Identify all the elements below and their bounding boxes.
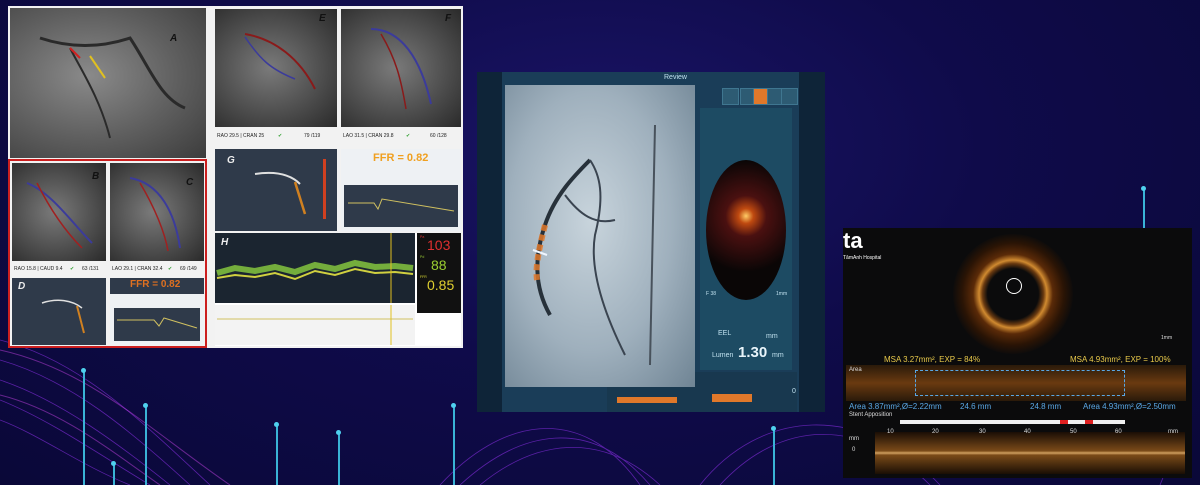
tool-button[interactable]	[722, 88, 739, 105]
x-tick: 60	[1115, 429, 1122, 435]
decor-pin	[113, 465, 115, 485]
angiogram-panel-b: B	[12, 163, 106, 261]
decor-pin	[83, 372, 85, 485]
check-icon: ✔	[278, 133, 283, 139]
area-label: Area	[849, 367, 862, 373]
check-icon: ✔	[70, 266, 75, 272]
decor-pin	[145, 407, 147, 485]
pa-value: 103	[427, 237, 451, 253]
hospital-logo: ta	[843, 228, 863, 253]
lumen-value: 1.30	[738, 344, 768, 361]
pressure-readout: Pa 103 Pd 88 FFR 0.85	[417, 233, 461, 313]
panel-label-d: D	[18, 281, 26, 292]
decor-pin-dot	[274, 422, 279, 427]
y-tick-0: 0	[852, 447, 856, 453]
area-left: Area 3.87mm²,Ø=2.22mm	[849, 402, 942, 411]
decor-pin	[773, 430, 775, 485]
pa-label: Pa	[420, 235, 425, 239]
panel-label-a: A	[170, 33, 178, 44]
ffr-panel-g: FFR = 0.82	[341, 149, 461, 231]
x-tick: 40	[1024, 429, 1031, 435]
eel-unit: mm	[766, 333, 778, 340]
ivus-cross-section	[706, 160, 786, 300]
angiography-composite: A B RAO 15.8 | CAUD 9.4 ✔ 63 /131 C LAO …	[8, 6, 463, 348]
area-right: Area 4.93mm²,Ø=2.50mm	[1083, 402, 1176, 411]
length-mid: 24.8 mm	[1030, 402, 1062, 411]
x-tick: 10	[887, 429, 894, 435]
msa-left: MSA 3.27mm², EXP = 84%	[884, 355, 981, 364]
scale-label: 1mm	[776, 291, 788, 297]
apposition-label: Stent Apposition	[849, 412, 893, 418]
panel-label-g: G	[227, 155, 235, 166]
stent-region	[915, 370, 1125, 396]
frame-label: F 38	[706, 291, 717, 297]
panel-c-view: LAO 29.1 | CRAN 32.4	[112, 266, 163, 272]
panel-f-view: LAO 31.5 | CRAN 29.8	[343, 133, 394, 139]
decor-pin-dot	[1141, 186, 1146, 191]
eel-label: EEL	[718, 330, 732, 337]
msa-right: MSA 4.93mm², EXP = 100%	[1070, 355, 1171, 364]
oct-cross-section	[953, 234, 1073, 354]
angiogram-panel-e: E	[215, 9, 337, 127]
decor-pin	[276, 426, 278, 485]
panel-b-view: RAO 15.8 | CAUD 9.4	[14, 266, 63, 272]
x-tick: 30	[979, 429, 986, 435]
decor-pin	[453, 407, 455, 485]
ffr-value-d: FFR = 0.82	[130, 279, 181, 290]
y-unit: mm	[849, 436, 859, 442]
check-icon: ✔	[168, 266, 173, 272]
panel-label-e: E	[319, 13, 326, 24]
oct-scale: 1mm	[1161, 335, 1173, 341]
decor-pin-dot	[451, 403, 456, 408]
longitudinal-view	[875, 432, 1185, 474]
decor-pin-dot	[336, 430, 341, 435]
length-left: 24.6 mm	[960, 402, 992, 411]
check-icon: ✔	[406, 133, 411, 139]
decor-pin-dot	[143, 403, 148, 408]
ffr-readout-value: 0.85	[427, 277, 455, 293]
menu-button[interactable]	[781, 88, 798, 105]
angiogram-panel-f: F	[341, 9, 461, 127]
ffr-label: FFR	[420, 275, 427, 279]
panel-label-c: C	[186, 177, 194, 188]
ffr-panel-d: FFR = 0.82	[110, 278, 204, 345]
decor-pin-dot	[81, 368, 86, 373]
panel-b-frames: 63 /131	[82, 266, 99, 272]
pressure-panel-h: H Pa 103 Pd 88 FFR 0.85	[215, 233, 461, 346]
decor-pin	[1143, 190, 1145, 228]
panel-f-frames: 60 /128	[430, 133, 447, 139]
panel-e-view: RAO 29.5 | CRAN 25	[217, 133, 265, 139]
review-label: Review	[664, 74, 687, 81]
angiogram-panel-a: A	[10, 8, 206, 158]
vessel-overlay-a	[39, 36, 186, 139]
decor-pin-dot	[771, 426, 776, 431]
reconstruction-panel-d: D	[12, 278, 106, 345]
angiogram-panel-c: C	[110, 163, 204, 261]
ffr-value: FFR = 0.82	[373, 152, 429, 164]
track-marker: 0	[792, 388, 796, 395]
pd-label: Pd	[420, 255, 425, 259]
decor-pin-dot	[111, 461, 116, 466]
reconstruction-panel-g: G	[215, 149, 337, 231]
lumen-label: Lumen	[712, 352, 734, 359]
panel-e-frames: 79 /119	[304, 133, 321, 139]
catheter-marker	[1006, 278, 1022, 294]
panel-label-f: F	[445, 13, 452, 24]
panel-label-b: B	[92, 171, 100, 182]
x-tick: 50	[1070, 429, 1077, 435]
panel-label-h: H	[221, 237, 229, 248]
angiogram-view	[505, 85, 695, 387]
panel-c-frames: 69 /149	[180, 266, 197, 272]
decor-pin	[338, 434, 340, 485]
x-unit: mm	[1168, 429, 1178, 435]
hospital-name: TâmAnh Hospital	[843, 255, 882, 261]
lumen-unit: mm	[772, 352, 784, 359]
pd-value: 88	[431, 257, 447, 273]
x-tick: 20	[932, 429, 939, 435]
